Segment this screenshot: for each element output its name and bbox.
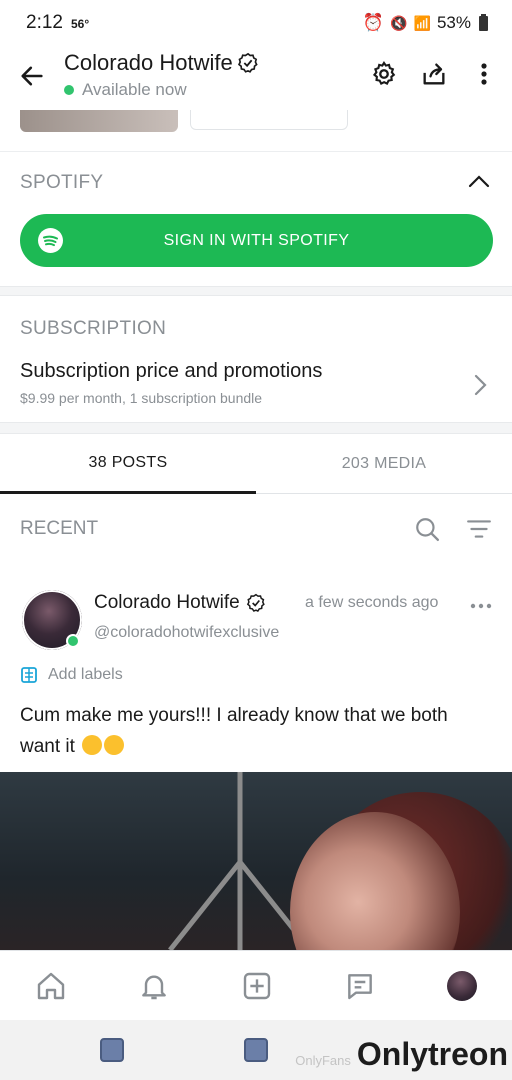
post-timestamp: a few seconds ago <box>305 594 439 611</box>
post-media-image[interactable] <box>0 772 512 950</box>
temperature: 56° <box>70 17 90 31</box>
availability-text: Available now <box>82 80 187 99</box>
battery-text: 53% <box>436 13 471 32</box>
spotify-button-label: SIGN IN WITH SPOTIFY <box>163 231 350 249</box>
chevron-up-icon[interactable] <box>468 174 490 188</box>
feed-toolbar: RECENT <box>0 504 512 554</box>
gear-icon <box>372 60 396 85</box>
status-left: 2:12 56° <box>26 12 89 34</box>
tab-posts[interactable]: 38 POSTS <box>0 434 256 494</box>
spotify-section-label: SPOTIFY <box>20 172 104 193</box>
app-header: Colorado Hotwife Available now <box>0 46 512 110</box>
media-card-thumb[interactable] <box>20 110 178 132</box>
add-labels-text: Add labels <box>48 666 123 683</box>
availability-status: Available now <box>64 80 259 100</box>
wifi-icon: 📶 <box>413 14 431 31</box>
profile-title-box: Colorado Hotwife Available now <box>64 50 259 100</box>
status-bar: 2:12 56° ⏰ 🔇 📶 53% <box>0 0 512 46</box>
more-horizontal-icon <box>470 603 492 609</box>
highlight-card[interactable] <box>190 110 348 130</box>
bell-icon[interactable] <box>138 970 170 1002</box>
kebab-menu-icon <box>481 63 487 85</box>
post-author-name: Colorado Hotwife <box>94 592 240 613</box>
post-author-handle[interactable]: @coloradohotwifexclusive <box>94 624 279 642</box>
add-post-icon[interactable] <box>241 970 273 1002</box>
subscription-section-label: SUBSCRIPTION <box>20 318 167 339</box>
scrolled-cards <box>0 110 512 152</box>
more-options-button[interactable] <box>470 60 498 88</box>
post-header: Colorado Hotwife a few seconds ago @colo… <box>0 586 512 656</box>
chevron-right-icon <box>474 374 487 396</box>
clock: 2:12 <box>26 12 63 33</box>
heart-eyes-emoji-icon <box>82 735 103 755</box>
spotify-icon <box>38 228 63 253</box>
watermark: OnlyFans Onlytreon <box>295 1036 508 1073</box>
profile-tabs: 38 POSTS 203 MEDIA <box>0 434 512 494</box>
home-icon[interactable] <box>35 970 67 1002</box>
label-icon <box>21 667 37 683</box>
post-author[interactable]: Colorado Hotwife <box>94 592 266 614</box>
share-icon <box>423 63 445 85</box>
app-window-icon[interactable] <box>100 1038 124 1062</box>
online-dot <box>64 85 74 95</box>
online-dot <box>66 634 80 648</box>
header-actions <box>370 60 498 88</box>
app-window-icon[interactable] <box>244 1038 268 1062</box>
sort-icon[interactable] <box>466 516 492 542</box>
profile-name: Colorado Hotwife <box>64 50 233 75</box>
mute-icon: 🔇 <box>390 14 408 31</box>
page-title: Colorado Hotwife <box>64 50 259 76</box>
back-button[interactable] <box>18 62 46 90</box>
profile-avatar-icon[interactable] <box>446 970 477 1001</box>
subscription-row-title: Subscription price and promotions <box>20 360 323 382</box>
battery-icon <box>479 13 488 31</box>
section-divider <box>0 422 512 434</box>
section-divider <box>0 286 512 296</box>
subscription-price-row[interactable]: Subscription price and promotions $9.99 … <box>0 352 512 422</box>
post-more-button[interactable] <box>470 594 492 615</box>
post-body: Cum make me yours!!! I already know that… <box>20 700 490 762</box>
search-icon[interactable] <box>414 516 440 542</box>
status-right: ⏰ 🔇 📶 53% <box>363 13 488 33</box>
messages-icon[interactable] <box>344 970 376 1002</box>
settings-button[interactable] <box>370 60 398 88</box>
verified-icon <box>246 593 265 612</box>
spotify-signin-button[interactable]: SIGN IN WITH SPOTIFY <box>20 214 493 267</box>
arrow-left-icon <box>21 66 43 86</box>
subscription-row-description: $9.99 per month, 1 subscription bundle <box>20 390 263 406</box>
feed-actions <box>414 516 492 542</box>
watermark-brand: Onlytreon <box>356 1036 508 1072</box>
kiss-emoji-icon <box>104 735 125 755</box>
watermark-small: OnlyFans <box>295 1053 351 1068</box>
tab-media[interactable]: 203 MEDIA <box>256 434 512 494</box>
bottom-navigation <box>0 950 512 1020</box>
share-button[interactable] <box>420 60 448 88</box>
feed-section-label: RECENT <box>20 518 99 539</box>
alarm-icon: ⏰ <box>362 13 385 32</box>
verified-icon <box>237 52 258 73</box>
add-labels-button[interactable]: Add labels <box>20 666 123 684</box>
